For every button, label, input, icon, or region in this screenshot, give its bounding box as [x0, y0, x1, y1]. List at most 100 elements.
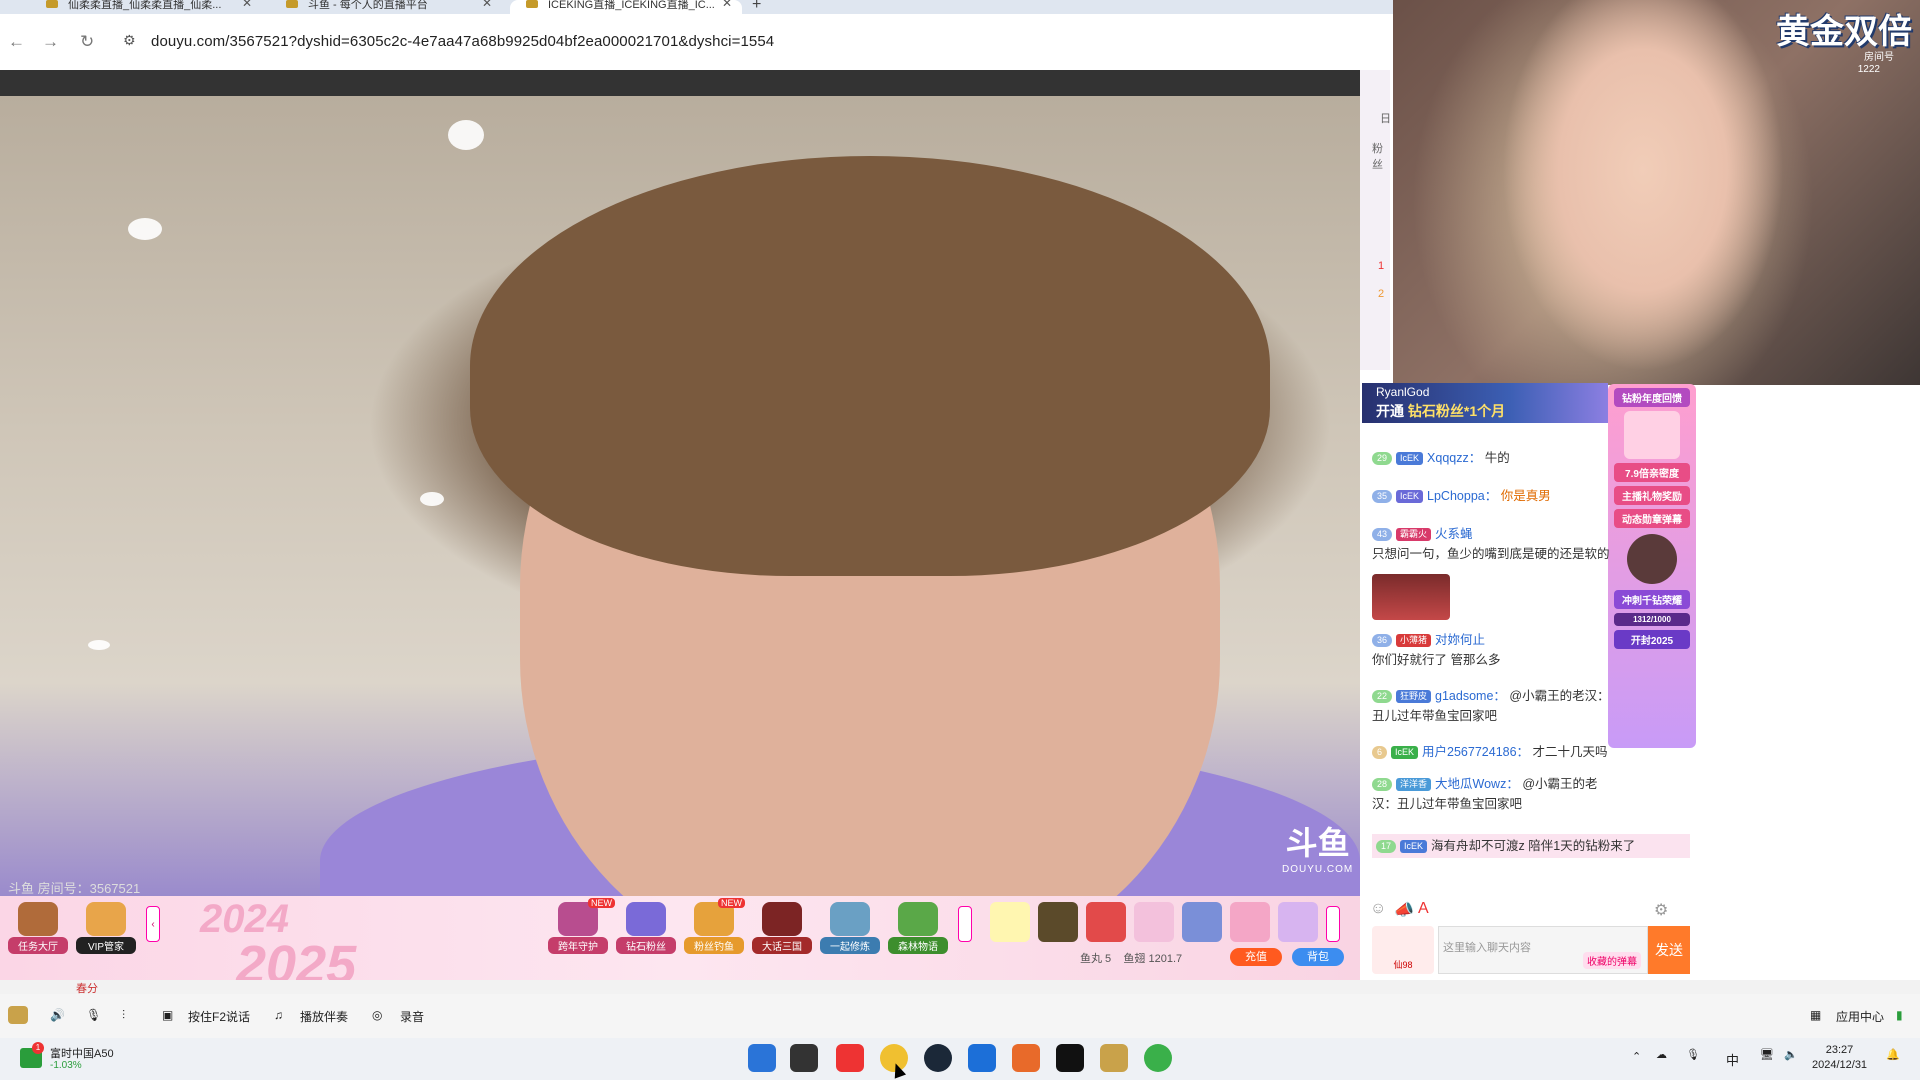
- close-icon[interactable]: ✕: [722, 0, 732, 9]
- new-badge: NEW: [718, 898, 745, 908]
- vip-banner: RyanlGod 开通 钻石粉丝*1个月: [1362, 383, 1608, 423]
- recharge-button[interactable]: 充值: [1230, 948, 1282, 966]
- chat-message: 36 小薄猪 对妳何止 你们好就行了 管那么多: [1372, 633, 1501, 667]
- vip-icon: [86, 902, 126, 936]
- fan-level-badge[interactable]: 仙98: [1372, 926, 1434, 974]
- vip-button[interactable]: VIP管家: [76, 902, 136, 954]
- url-field[interactable]: douyu.com/3567521?dyshid=6305c2c-4e7aa47…: [151, 33, 774, 50]
- douyu-watermark: 斗鱼 DOUYU.COM: [1282, 825, 1354, 875]
- cloud-icon[interactable]: ☁: [1656, 1048, 1667, 1061]
- expand-arrow-icon[interactable]: [958, 906, 972, 942]
- gift-item[interactable]: [1182, 902, 1222, 942]
- clock[interactable]: 23:27 2024/12/31: [1812, 1043, 1867, 1073]
- streamer-hair: [470, 156, 1270, 576]
- chat-message: 22 狂野皮 g1adsome： @小霸王的老汉：丑儿过年带鱼宝回家吧: [1372, 689, 1610, 723]
- windows-start-icon[interactable]: [748, 1044, 776, 1072]
- notification-bell-icon[interactable]: 🔔: [1886, 1048, 1900, 1061]
- gift-item[interactable]: [1278, 902, 1318, 942]
- backpack-button[interactable]: 背包: [1292, 948, 1344, 966]
- ptt-icon[interactable]: ▣: [162, 1008, 173, 1022]
- mic-icon[interactable]: 🎙: [1686, 1048, 1700, 1061]
- megaphone-icon[interactable]: 📣: [1394, 900, 1414, 920]
- tab-iceking[interactable]: ICEKING直播_ICEKING直播_IC... ✕: [510, 0, 742, 14]
- video-player[interactable]: 斗鱼 DOUYU.COM 斗鱼 房间号：3567521 任务大厅 VIP管家 ‹…: [0, 70, 1360, 992]
- task-hall-button[interactable]: 任务大厅: [8, 902, 68, 954]
- fishball-balance: 鱼丸 5: [1080, 953, 1112, 965]
- gift-new-year-guard[interactable]: 跨年守护: [548, 902, 608, 954]
- barrage-button[interactable]: 收藏的弹幕: [1583, 952, 1641, 969]
- ime-indicator[interactable]: 中: [1726, 1050, 1739, 1069]
- steam-icon[interactable]: [924, 1044, 952, 1072]
- record-icon[interactable]: ◎: [372, 1008, 382, 1022]
- wechat-icon[interactable]: [1144, 1044, 1172, 1072]
- chat-input[interactable]: 这里输入聊天内容 收藏的弹幕: [1438, 926, 1648, 974]
- close-icon[interactable]: ✕: [242, 0, 252, 9]
- mic-icon[interactable]: 🎙: [86, 1008, 101, 1022]
- wallet: 鱼丸 5 鱼翅 1201.7: [1080, 950, 1182, 966]
- app-center-label[interactable]: 应用中心: [1836, 1008, 1884, 1025]
- volume-icon[interactable]: 🔈: [1784, 1048, 1798, 1061]
- site-info-icon[interactable]: ⚙: [123, 32, 136, 49]
- new-tab-icon[interactable]: +: [752, 0, 761, 14]
- reload-icon[interactable]: ↻: [80, 32, 94, 52]
- douyu-favicon-icon: [286, 0, 298, 8]
- gift-cultivate[interactable]: 一起修炼: [820, 902, 880, 954]
- info-strip: 春分: [0, 980, 1920, 995]
- chat-emoji-image: [1372, 574, 1450, 620]
- right-panel: [1696, 385, 1920, 1050]
- mixer-icon[interactable]: ⫶: [122, 1008, 125, 1023]
- new-badge: NEW: [588, 898, 615, 908]
- netease-music-icon[interactable]: [836, 1044, 864, 1072]
- promo-panel[interactable]: 钻粉年度回馈 7.9倍亲密度 主播礼物奖励 动态勋章弹幕 冲刺千钻荣耀 1312…: [1608, 384, 1696, 748]
- douyu-favicon-icon: [46, 0, 58, 8]
- chevron-up-icon[interactable]: ⌃: [1632, 1050, 1641, 1063]
- tab-xianrourou[interactable]: 仙柔柔直播_仙柔柔直播_仙柔... ✕: [30, 0, 262, 14]
- taskbar: 1 富时中国A50 -1.03% ⌃ ☁ 🎙 中 🖥 🔈 23:27 2024/…: [0, 1038, 1920, 1080]
- app-icon[interactable]: [1056, 1044, 1084, 1072]
- chat-message-highlight: 17 IcEK 海有舟却不可渡z 陪伴1天的钻粉来了: [1372, 834, 1690, 858]
- gift-forest-story[interactable]: 森林物语: [888, 902, 948, 954]
- gift-item[interactable]: [1086, 902, 1126, 942]
- send-button[interactable]: 发送: [1648, 926, 1690, 974]
- video-frame[interactable]: 斗鱼 DOUYU.COM: [0, 96, 1360, 935]
- banner-text: 开通 钻石粉丝*1个月: [1376, 403, 1506, 419]
- close-icon[interactable]: ✕: [482, 0, 492, 9]
- app-grid-icon[interactable]: ▦: [1810, 1008, 1821, 1022]
- gift-fan-fishing[interactable]: 粉丝钓鱼: [684, 902, 744, 954]
- app-logo-icon[interactable]: [8, 1006, 28, 1024]
- font-icon[interactable]: A: [1418, 900, 1429, 918]
- tab-bar: 仙柔柔直播_仙柔柔直播_仙柔... ✕ 斗鱼 - 每个人的直播平台 ✕ ICEK…: [0, 0, 1393, 14]
- chat-message: 35 IcEK LpChoppa： 你是真男: [1372, 486, 1612, 506]
- gift-diamond-fan[interactable]: 钻石粉丝: [616, 902, 676, 954]
- app-icon[interactable]: [968, 1044, 996, 1072]
- app-icon[interactable]: [1100, 1044, 1128, 1072]
- expand-arrow-icon[interactable]: [1326, 906, 1340, 942]
- tab-label: 仙柔柔直播_仙柔柔直播_仙柔...: [68, 0, 222, 11]
- speaker-icon[interactable]: 🔊: [50, 1008, 65, 1022]
- gift-item[interactable]: [1134, 902, 1174, 942]
- tab-label: 斗鱼 - 每个人的直播平台: [308, 0, 428, 11]
- gift-item[interactable]: [1038, 902, 1078, 942]
- forward-icon[interactable]: →: [42, 32, 59, 52]
- task-view-icon[interactable]: [790, 1044, 818, 1072]
- gift-item[interactable]: [1230, 902, 1270, 942]
- settings-icon[interactable]: ⚙: [1654, 900, 1668, 920]
- gift-three-kingdoms[interactable]: 大话三国: [752, 902, 812, 954]
- music-icon[interactable]: ♫: [274, 1008, 283, 1022]
- expand-arrow-icon[interactable]: ‹: [146, 906, 160, 942]
- notification-badge: 1: [32, 1042, 44, 1054]
- overlay-title: 黄金双倍: [1776, 13, 1912, 51]
- douyu-favicon-icon: [526, 0, 538, 8]
- gift-item[interactable]: [990, 902, 1030, 942]
- chat-toolbar: ☺ 📣 A ⚙: [1368, 900, 1696, 920]
- pip-stream-overlay[interactable]: 黄金双倍 房间号 1222: [1393, 0, 1920, 385]
- accompaniment-label[interactable]: 播放伴奏: [300, 1008, 348, 1025]
- back-icon[interactable]: ←: [8, 32, 25, 52]
- emoji-icon[interactable]: ☺: [1370, 900, 1386, 918]
- network-icon[interactable]: 🖥: [1760, 1048, 1774, 1061]
- tab-douyu-home[interactable]: 斗鱼 - 每个人的直播平台 ✕: [270, 0, 502, 14]
- app-icon[interactable]: [1012, 1044, 1040, 1072]
- three-kingdoms-icon: [762, 902, 802, 936]
- record-label[interactable]: 录音: [400, 1008, 424, 1025]
- push-to-talk-label[interactable]: 按住F2说话: [188, 1008, 250, 1025]
